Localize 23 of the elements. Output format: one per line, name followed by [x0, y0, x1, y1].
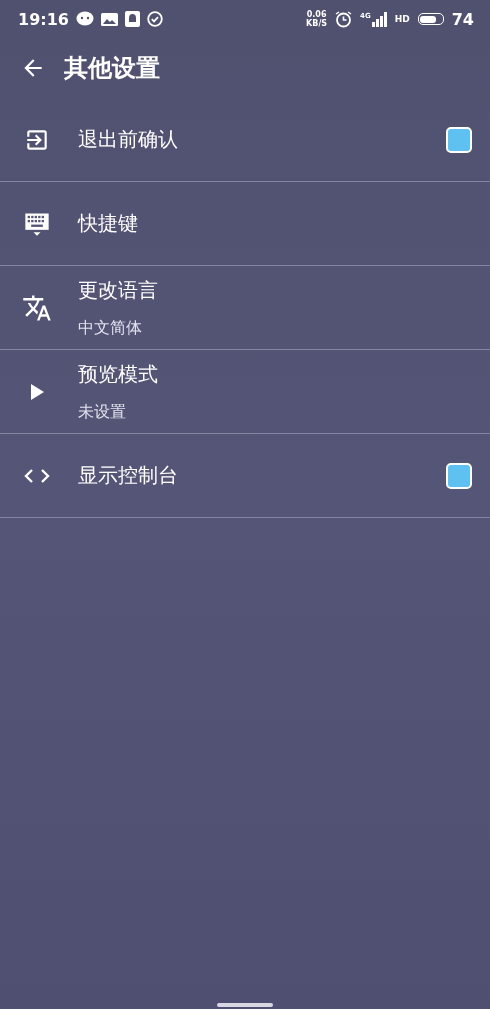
- chat-icon: [75, 11, 94, 27]
- checkbox[interactable]: [446, 126, 472, 153]
- setting-title: 快捷键: [78, 210, 139, 237]
- battery-level: 74: [451, 9, 474, 29]
- setting-title: 更改语言: [78, 276, 159, 304]
- battery-icon: [417, 13, 444, 25]
- alarm-icon: [335, 10, 353, 28]
- clock-time: 19:16: [18, 9, 69, 29]
- signal-icon: [371, 11, 387, 27]
- setting-title: 显示控制台: [78, 462, 179, 489]
- net-speed-unit: KB/S: [306, 19, 328, 28]
- setting-value: 中文简体: [78, 317, 143, 339]
- check-circle-icon: [146, 11, 163, 27]
- setting-title: 预览模式: [78, 360, 159, 388]
- setting-title: 退出前确认: [78, 126, 179, 153]
- play-icon: [29, 382, 45, 401]
- net-speed-value: 0.06: [306, 10, 327, 19]
- hd-label: HD: [394, 14, 410, 24]
- page-title: 其他设置: [64, 53, 160, 84]
- code-icon: [23, 466, 51, 485]
- checkbox[interactable]: [446, 462, 472, 489]
- image-icon: [100, 12, 118, 26]
- setting-value: 未设置: [78, 401, 127, 423]
